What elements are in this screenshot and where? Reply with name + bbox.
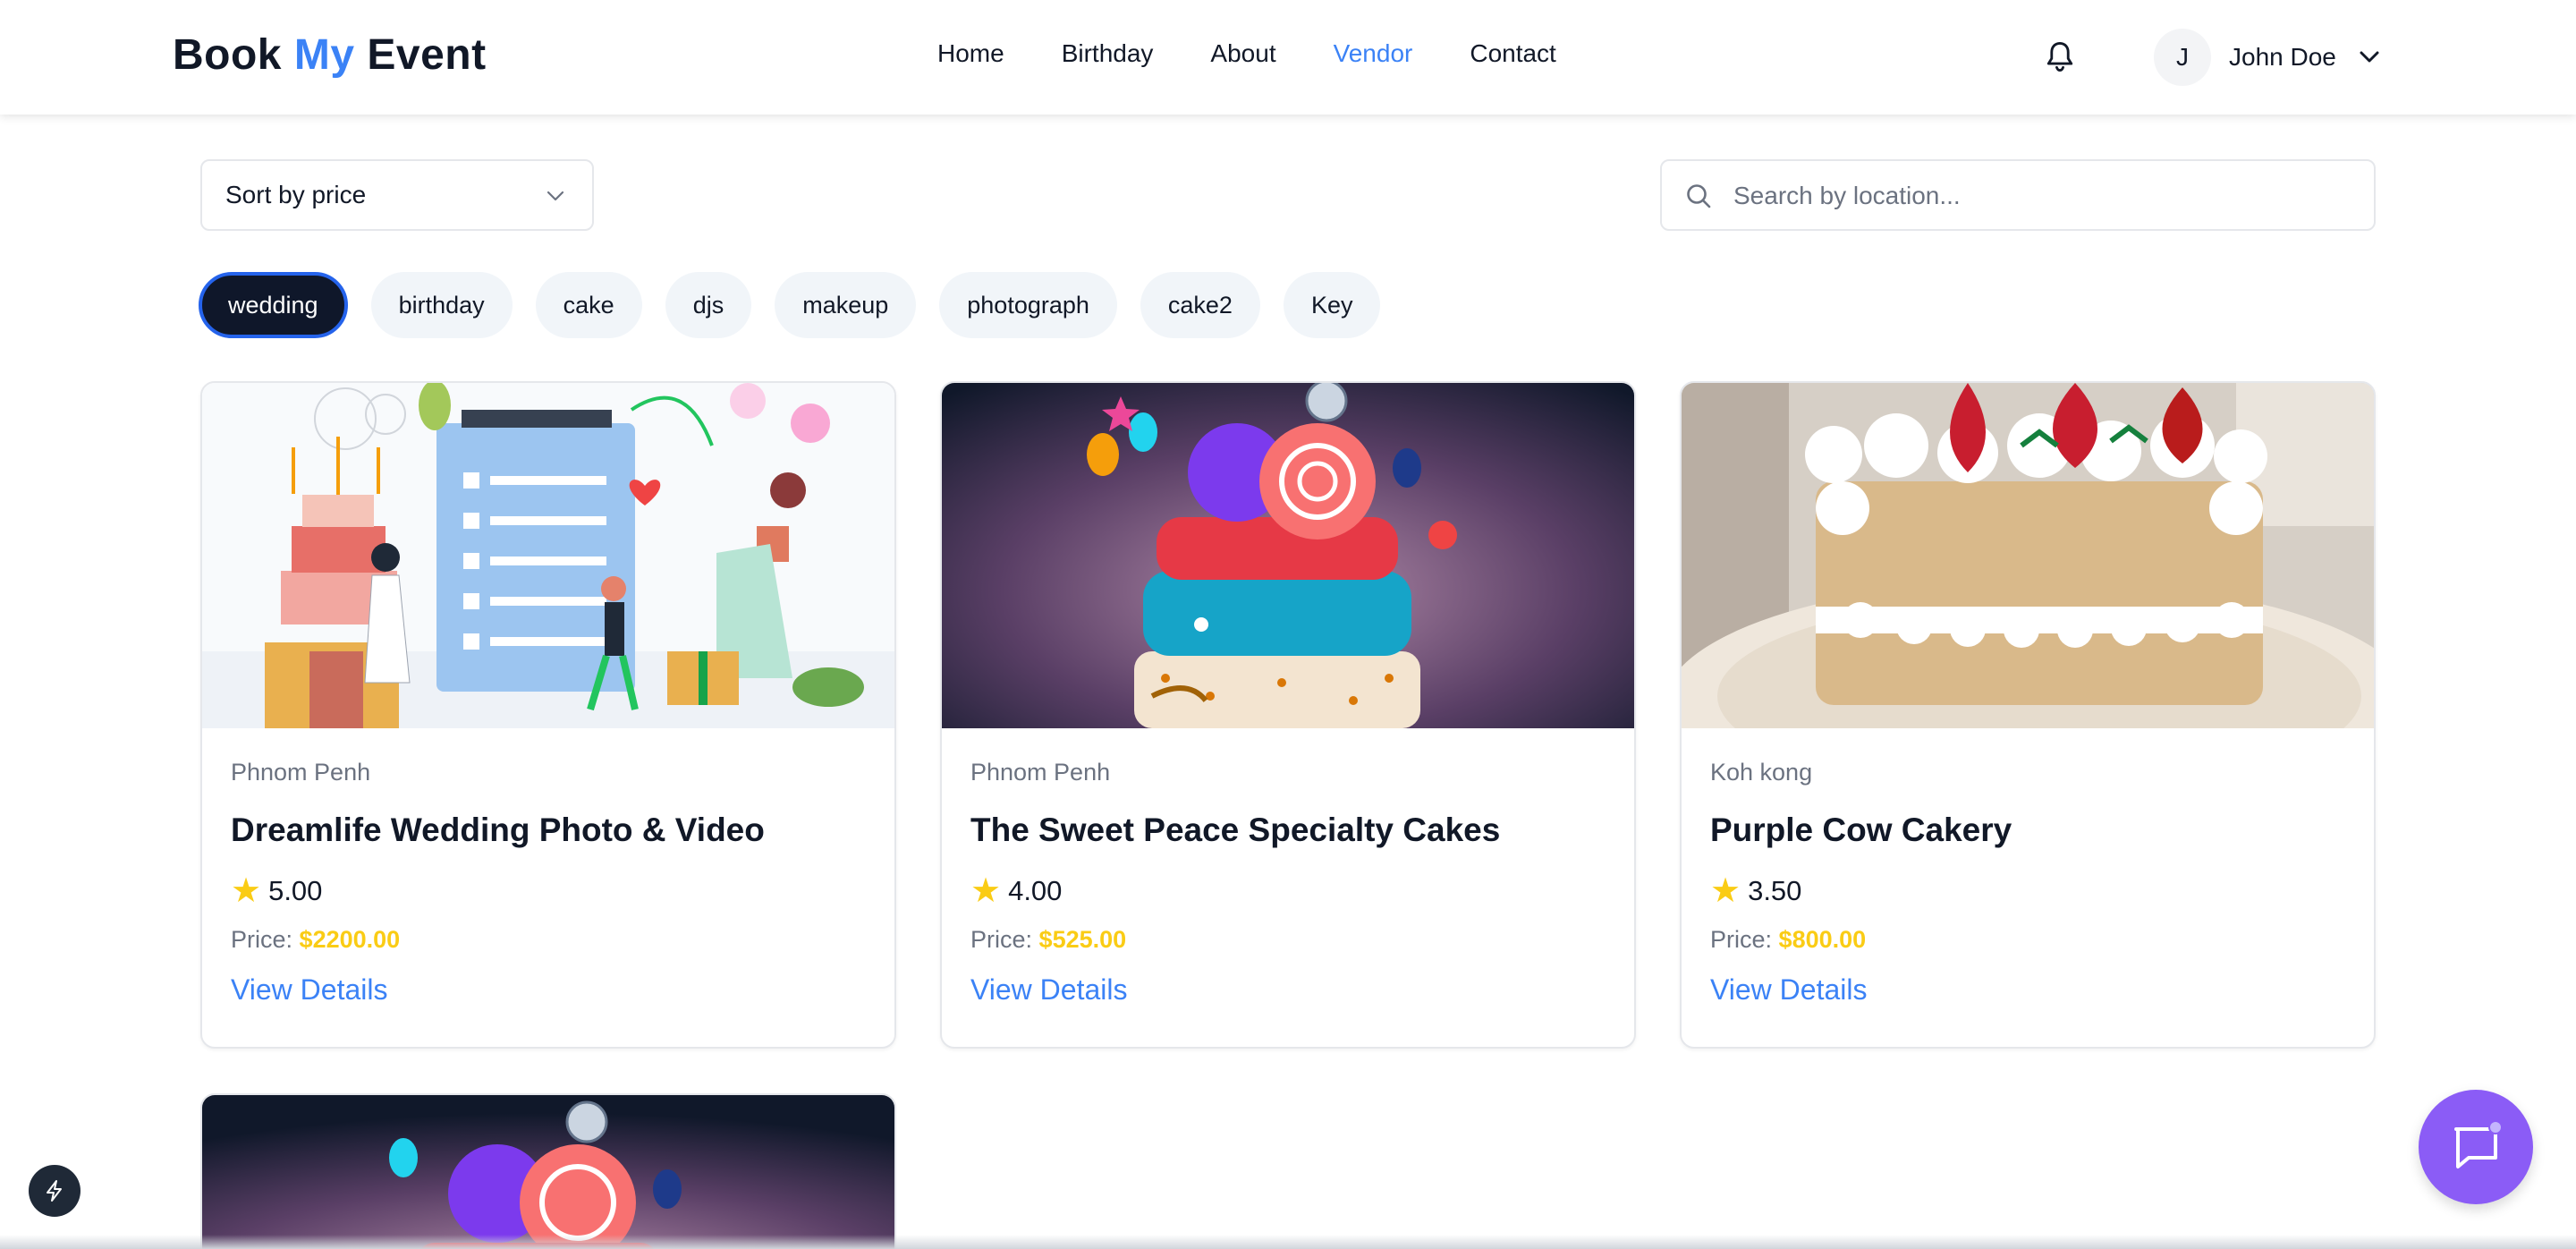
star-icon: ★ (231, 872, 262, 910)
user-menu[interactable]: J John Doe (2154, 29, 2379, 86)
vendor-card[interactable]: Phnom Penh The Sweet Peace Specialty Cak… (940, 381, 1636, 1049)
vendor-rating: ★ 5.00 (231, 874, 866, 908)
rating-value: 4.00 (1008, 875, 1063, 906)
chat-button[interactable] (2419, 1090, 2533, 1204)
category-chip-wedding[interactable]: wedding (199, 272, 348, 338)
vendor-price: Price: $525.00 (970, 926, 1606, 954)
logo-event: Event (367, 31, 487, 79)
vendor-location: Phnom Penh (231, 759, 371, 786)
vendor-price: Price: $800.00 (1710, 926, 2345, 954)
view-details-link[interactable]: View Details (970, 973, 1127, 1007)
rating-value: 3.50 (1748, 875, 1802, 906)
price-value: $2200.00 (299, 926, 401, 953)
vendor-image (202, 383, 894, 728)
vendor-location: Koh kong (1710, 759, 1813, 786)
star-icon: ★ (970, 872, 1002, 910)
category-chip-cake[interactable]: cake (535, 272, 642, 338)
chevron-down-icon (2360, 51, 2379, 63)
vendor-card[interactable]: Phnom Penh Dreamlife Wedding Photo & Vid… (200, 381, 896, 1049)
nav-birthday[interactable]: Birthday (1062, 39, 1154, 68)
category-filter: wedding birthday cake djs makeup photogr… (199, 272, 1381, 338)
brand-logo[interactable]: Book My Event (173, 30, 487, 80)
view-details-link[interactable]: View Details (231, 973, 387, 1007)
nav-home[interactable]: Home (937, 39, 1004, 68)
bell-icon[interactable] (2045, 39, 2075, 75)
bottom-edge (0, 1235, 2576, 1249)
vendor-location: Phnom Penh (970, 759, 1111, 786)
price-value: $800.00 (1778, 926, 1867, 953)
vendor-name: Dreamlife Wedding Photo & Video (231, 811, 765, 848)
price-value: $525.00 (1038, 926, 1127, 953)
top-navbar: Book My Event Home Birthday About Vendor… (0, 0, 2576, 115)
vendor-card[interactable]: Koh kong Purple Cow Cakery ★ 3.50 Price:… (1680, 381, 2376, 1049)
search-icon (1687, 184, 1711, 208)
rating-value: 5.00 (268, 875, 323, 906)
main-nav: Home Birthday About Vendor Contact (937, 39, 1614, 68)
price-label: Price: (970, 926, 1033, 953)
vendor-price: Price: $2200.00 (231, 926, 866, 954)
sort-select-value: Sort by price (225, 181, 367, 208)
nav-about[interactable]: About (1210, 39, 1275, 68)
vendor-rating: ★ 3.50 (1710, 874, 2345, 908)
logo-my: My (293, 31, 355, 79)
category-chip-djs[interactable]: djs (665, 272, 752, 338)
category-chip-key[interactable]: Key (1283, 272, 1381, 338)
category-chip-cake2[interactable]: cake2 (1140, 272, 1260, 338)
price-label: Price: (1710, 926, 1773, 953)
quick-action-button[interactable] (29, 1165, 80, 1217)
vendor-image (1682, 383, 2374, 728)
avatar: J (2154, 29, 2211, 86)
user-name: John Doe (2229, 43, 2336, 71)
vendor-image (202, 1095, 894, 1249)
category-chip-birthday[interactable]: birthday (370, 272, 513, 338)
vendor-name: Purple Cow Cakery (1710, 811, 2012, 848)
sort-select[interactable]: Sort by price (200, 159, 594, 231)
logo-book: Book (173, 31, 282, 79)
category-chip-photograph[interactable]: photograph (939, 272, 1117, 338)
search-input[interactable] (1733, 174, 2351, 218)
location-search (1660, 159, 2376, 231)
nav-contact[interactable]: Contact (1470, 39, 1556, 68)
category-chip-makeup[interactable]: makeup (775, 272, 917, 338)
vendor-rating: ★ 4.00 (970, 874, 1606, 908)
chevron-down-icon (547, 191, 564, 201)
price-label: Price: (231, 926, 293, 953)
vendor-image (942, 383, 1634, 728)
nav-vendor[interactable]: Vendor (1334, 39, 1413, 68)
view-details-link[interactable]: View Details (1710, 973, 1867, 1007)
lightning-icon (47, 1180, 62, 1202)
star-icon: ★ (1710, 872, 1741, 910)
vendor-name: The Sweet Peace Specialty Cakes (970, 811, 1501, 848)
vendor-card[interactable] (200, 1093, 896, 1249)
chat-icon (2454, 1122, 2503, 1168)
